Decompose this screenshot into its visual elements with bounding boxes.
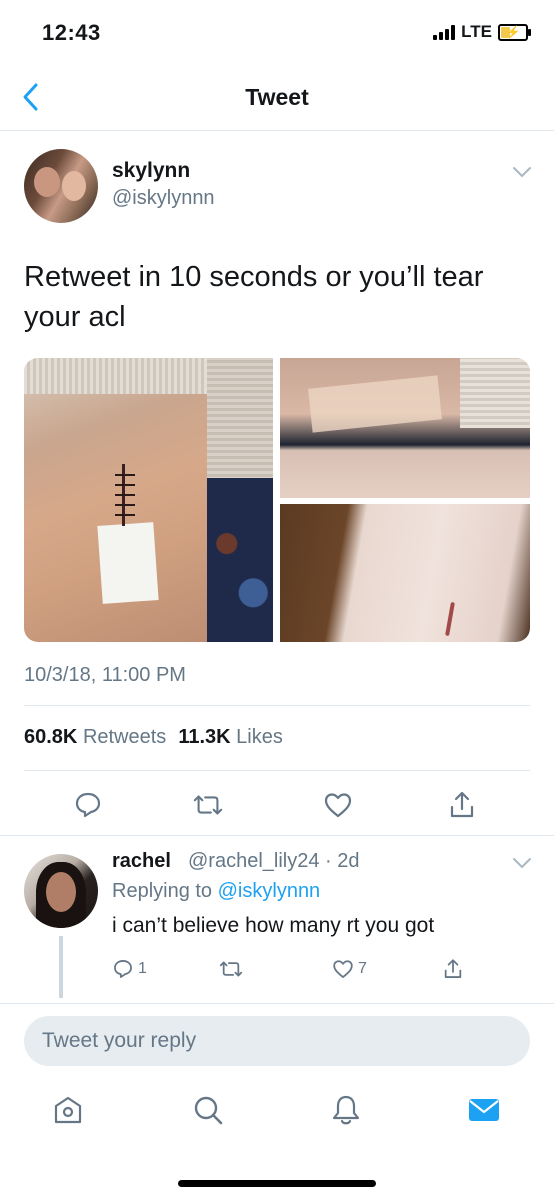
divider [0,1003,554,1004]
search-icon [194,1096,223,1125]
signal-icon [433,24,456,40]
reply-author-avatar[interactable] [24,854,98,928]
media-photo-2[interactable] [280,358,530,498]
replying-prefix: Replying to [112,880,213,902]
media-photo-3[interactable] [280,504,530,642]
author-avatar[interactable] [24,149,98,223]
tweet-text: Retweet in 10 seconds or you’ll tear you… [24,261,484,333]
tweet-media-grid [24,358,530,642]
reply-compose-input[interactable]: Tweet your reply [24,1016,530,1066]
reply-text: i can’t believe how many rt you got [112,914,435,937]
tab-home[interactable] [50,1092,86,1128]
tweet-actions [0,781,554,831]
divider [24,705,530,706]
battery-icon: ⚡ [498,23,531,41]
reply-compose-placeholder: Tweet your reply [42,1029,197,1052]
bell-icon [332,1095,360,1125]
tab-notifications[interactable] [328,1092,364,1128]
retweets-label: Retweets [82,726,167,748]
tab-bar [0,1082,554,1152]
tweet-timestamp: 10/3/18, 11:00 PM [24,664,186,686]
reply-options-button[interactable] [512,856,532,875]
author-name[interactable]: skylynn [112,159,190,183]
chevron-down-icon [513,167,531,178]
reply-tweet[interactable]: rachel @rachel_lily24 · 2d Replying to @… [0,836,554,1003]
home-indicator [178,1180,376,1187]
tab-messages[interactable] [466,1092,502,1128]
reply-icon [114,960,132,978]
reply-actions: 1 7 [0,954,554,986]
reply-author-name[interactable]: rachel [112,850,171,873]
status-indicators: LTE ⚡ [433,22,531,42]
like-button[interactable] [322,789,354,821]
like-count: 7 [358,960,367,977]
status-bar: 12:43 LTE ⚡ [0,0,554,64]
network-label: LTE [461,22,492,41]
tab-search[interactable] [190,1092,226,1128]
chevron-down-icon [513,858,531,869]
reply-author-handle[interactable]: @rachel_lily24 · 2d [188,850,360,873]
nav-bar: Tweet [0,64,554,131]
heart-icon [333,960,353,978]
media-photo-1[interactable] [24,358,273,642]
reply-icon [75,792,101,818]
page-title: Tweet [245,84,309,110]
tweet-options-button[interactable] [512,165,532,184]
heart-icon [324,793,352,818]
retweets-stat[interactable]: 60.8K Retweets [24,726,166,749]
tweet-stats: 60.8K Retweets 11.3K Likes [24,726,283,749]
home-icon [54,1096,82,1124]
share-icon [444,959,462,978]
reply-like-button[interactable]: 7 [332,958,367,980]
replying-to-link[interactable]: @iskylynnn [218,880,321,902]
likes-count: 11.3K [178,726,231,748]
reply-count: 1 [138,960,147,977]
reply-share-button[interactable] [442,958,464,980]
reply-button[interactable] [72,789,104,821]
likes-stat[interactable]: 11.3K Likes [178,726,283,749]
retweet-icon [193,795,223,815]
share-icon [450,791,474,818]
retweet-button[interactable] [192,789,224,821]
envelope-icon [469,1099,499,1121]
author-handle[interactable]: @iskylynnn [112,187,215,210]
reply-reply-button[interactable]: 1 [112,958,147,980]
reply-retweet-button[interactable] [218,958,244,980]
likes-label: Likes [236,726,283,748]
retweet-icon [219,961,243,977]
replying-to: Replying to @iskylynnn [112,880,320,903]
divider [24,770,530,771]
share-button[interactable] [446,789,478,821]
status-time: 12:43 [42,20,101,45]
retweets-count: 60.8K [24,726,78,748]
